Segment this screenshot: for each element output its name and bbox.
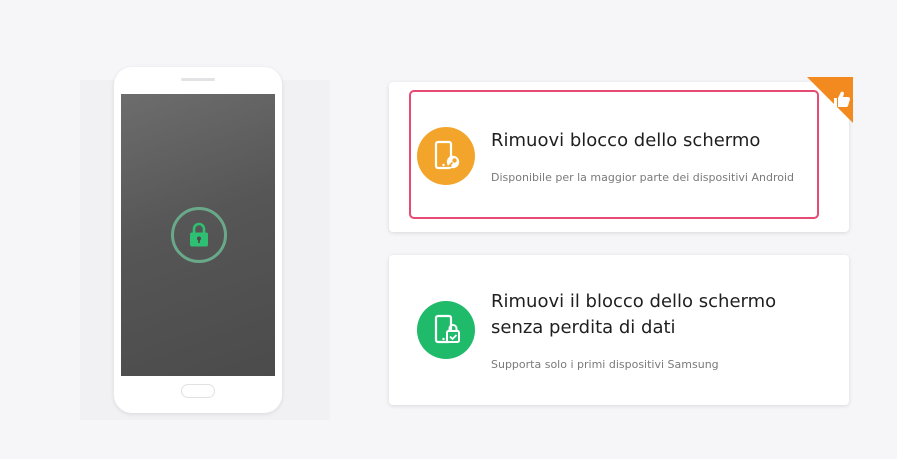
- option-icon-circle: [417, 301, 475, 359]
- phone-screen: [121, 94, 275, 376]
- phone-speaker: [181, 78, 215, 81]
- option-remove-lock-no-data-loss[interactable]: Rimuovi il blocco dello schermo senza pe…: [389, 255, 849, 405]
- phone-illustration: [114, 67, 282, 413]
- phone-key-icon: [434, 140, 460, 170]
- option-title-line-2: senza perdita di dati: [491, 317, 676, 338]
- option-description: Disponibile per la maggior parte dei dis…: [491, 171, 794, 184]
- option-icon-circle: [417, 127, 475, 185]
- thumbs-up-icon: [807, 77, 853, 123]
- phone-home-button: [181, 384, 215, 398]
- option-remove-screen-lock[interactable]: Rimuovi blocco dello schermo Disponibile…: [389, 82, 849, 232]
- lock-ring: [171, 207, 227, 263]
- option-title: Rimuovi blocco dello schermo: [491, 130, 761, 151]
- lock-icon: [190, 222, 208, 247]
- option-title-line-1: Rimuovi il blocco dello schermo: [491, 291, 777, 312]
- unlock-mode-screen: Rimuovi blocco dello schermo Disponibile…: [0, 0, 897, 459]
- phone-check-icon: [434, 314, 460, 344]
- option-title: Rimuovi il blocco dello schermo senza pe…: [491, 289, 776, 341]
- option-description: Supporta solo i primi dispositivi Samsun…: [491, 358, 719, 371]
